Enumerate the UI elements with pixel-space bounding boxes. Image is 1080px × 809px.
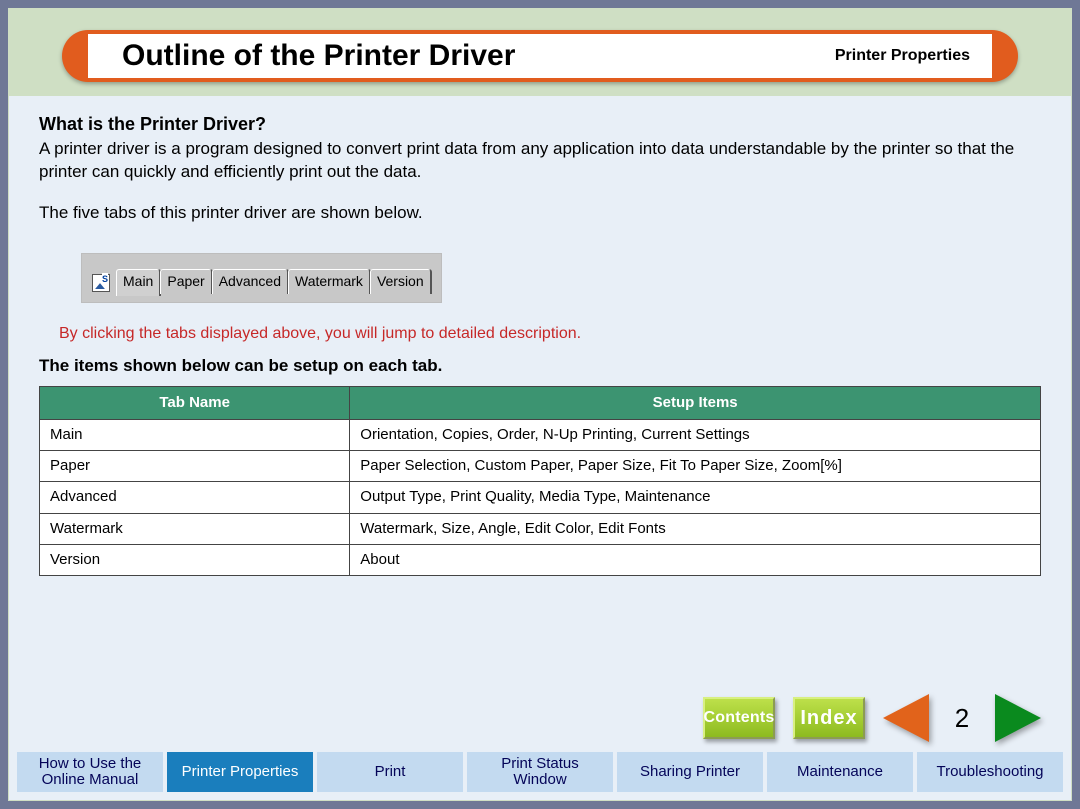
printer-icon (92, 274, 110, 292)
bottom-tab-print[interactable]: Print (317, 752, 463, 792)
cell-tab-name: Paper (40, 451, 350, 482)
tabs-intro: The five tabs of this printer driver are… (39, 202, 1041, 225)
bottom-tab-maintenance[interactable]: Maintenance (767, 752, 913, 792)
table-row: Paper Paper Selection, Custom Paper, Pap… (40, 451, 1041, 482)
bottom-tab-label: How to Use theOnline Manual (39, 756, 142, 789)
section-label: Printer Properties (835, 47, 970, 65)
table-row: Version About (40, 544, 1041, 575)
cell-setup-items: Watermark, Size, Angle, Edit Color, Edit… (350, 513, 1041, 544)
bottom-tab-label: Maintenance (797, 764, 883, 781)
tab-watermark[interactable]: Watermark (288, 269, 370, 294)
table-row: Watermark Watermark, Size, Angle, Edit C… (40, 513, 1041, 544)
title-inner: Outline of the Printer Driver Printer Pr… (88, 34, 992, 78)
page-title: Outline of the Printer Driver (122, 39, 515, 73)
bottom-tab-label: Troubleshooting (936, 764, 1043, 781)
previous-page-arrow-icon[interactable] (883, 694, 929, 742)
cell-tab-name: Version (40, 544, 350, 575)
bottom-tab-printer-properties[interactable]: Printer Properties (167, 752, 313, 792)
page-number: 2 (947, 703, 977, 734)
bottom-tab-troubleshooting[interactable]: Troubleshooting (917, 752, 1063, 792)
tab-main[interactable]: Main (116, 269, 160, 296)
contents-button[interactable]: Contents (703, 697, 775, 739)
bottom-tab-print-status-window[interactable]: Print StatusWindow (467, 752, 613, 792)
page-frame: Outline of the Printer Driver Printer Pr… (8, 8, 1072, 801)
intro-paragraph: A printer driver is a program designed t… (39, 138, 1041, 184)
next-page-arrow-icon[interactable] (995, 694, 1041, 742)
th-setup-items: Setup Items (350, 386, 1041, 419)
page-nav: Contents Index 2 (703, 694, 1041, 742)
cell-setup-items: Orientation, Copies, Order, N-Up Printin… (350, 419, 1041, 450)
table-row: Advanced Output Type, Print Quality, Med… (40, 482, 1041, 513)
cell-tab-name: Main (40, 419, 350, 450)
tab-version[interactable]: Version (370, 269, 431, 294)
driver-tabs-screenshot: Main Paper Advanced Watermark Version (81, 253, 442, 303)
setup-heading: The items shown below can be setup on ea… (39, 355, 1041, 378)
setup-table: Tab Name Setup Items Main Orientation, C… (39, 386, 1041, 577)
cell-setup-items: Paper Selection, Custom Paper, Paper Siz… (350, 451, 1041, 482)
cell-setup-items: About (350, 544, 1041, 575)
outer-frame: Outline of the Printer Driver Printer Pr… (0, 0, 1080, 809)
content-area: What is the Printer Driver? A printer dr… (9, 96, 1071, 800)
table-row: Main Orientation, Copies, Order, N-Up Pr… (40, 419, 1041, 450)
bottom-tab-how-to-use[interactable]: How to Use theOnline Manual (17, 752, 163, 792)
red-note: By clicking the tabs displayed above, yo… (59, 323, 1041, 345)
bottom-tab-bar: How to Use theOnline Manual Printer Prop… (17, 752, 1063, 792)
cell-setup-items: Output Type, Print Quality, Media Type, … (350, 482, 1041, 513)
tab-advanced[interactable]: Advanced (212, 269, 288, 294)
cell-tab-name: Watermark (40, 513, 350, 544)
subheading-what-is: What is the Printer Driver? (39, 112, 1041, 136)
cell-tab-name: Advanced (40, 482, 350, 513)
bottom-tab-label: Printer Properties (182, 764, 299, 781)
title-bar: Outline of the Printer Driver Printer Pr… (62, 30, 1018, 82)
tab-paper[interactable]: Paper (160, 269, 211, 294)
bottom-tab-label: Print (375, 764, 406, 781)
body: What is the Printer Driver? A printer dr… (9, 96, 1071, 576)
th-tab-name: Tab Name (40, 386, 350, 419)
bottom-tab-label: Sharing Printer (640, 764, 740, 781)
index-button[interactable]: Index (793, 697, 865, 739)
bottom-tab-label: Print StatusWindow (501, 756, 579, 789)
bottom-tab-sharing-printer[interactable]: Sharing Printer (617, 752, 763, 792)
